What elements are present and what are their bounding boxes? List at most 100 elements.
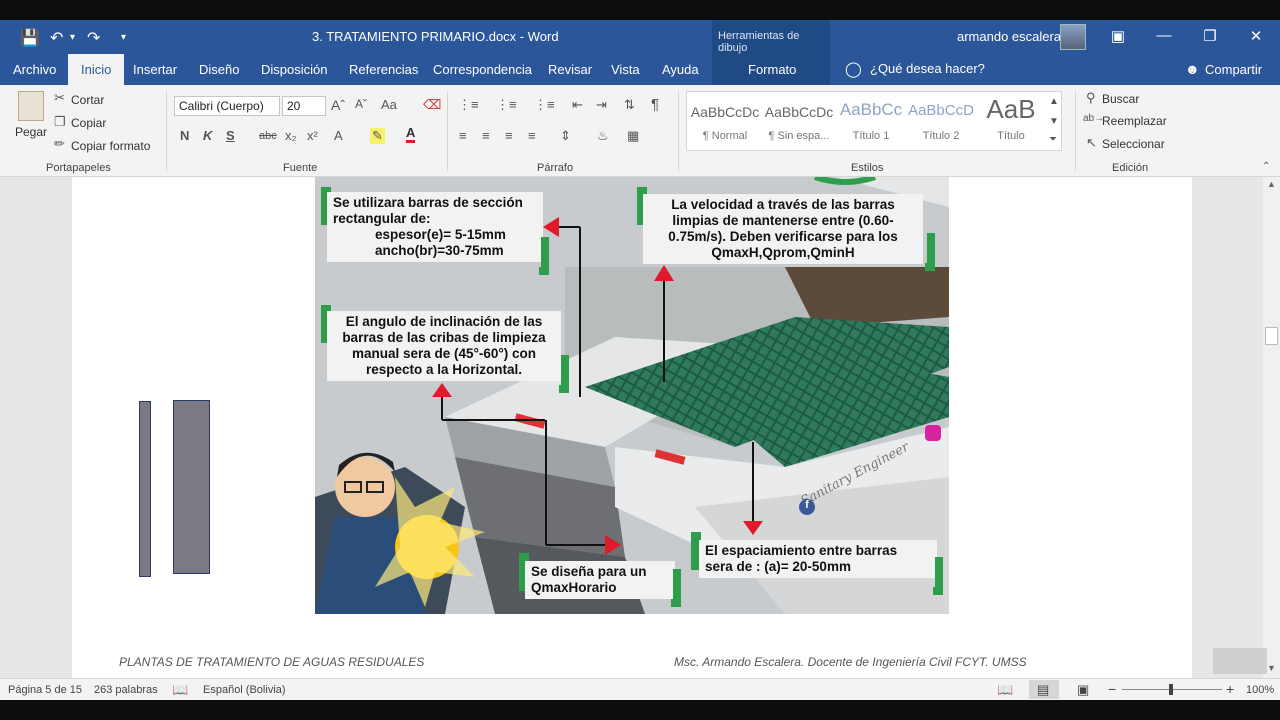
callout-velocity: La velocidad a través de las barras limp… — [643, 194, 923, 264]
restore-icon[interactable]: ❐ — [1198, 27, 1222, 45]
find-button[interactable]: Buscar — [1102, 92, 1139, 106]
web-layout-icon[interactable]: ▣ — [1077, 682, 1089, 698]
proofing-icon[interactable]: 📖 — [172, 682, 188, 698]
callout-line: El angulo de inclinación de las — [345, 314, 543, 329]
clear-format-icon[interactable]: ⌫ — [423, 97, 441, 113]
style-heading-2[interactable]: AaBbCcD Título 2 — [905, 92, 977, 150]
justify-icon[interactable]: ≡ — [528, 128, 536, 143]
shading-icon[interactable]: ♨ — [597, 128, 609, 144]
redo-icon[interactable]: ↷ — [87, 28, 100, 48]
show-formatting-icon[interactable]: ¶ — [651, 96, 659, 113]
scrollbar-thumb[interactable] — [1265, 327, 1278, 345]
style-title[interactable]: AaB Título — [975, 92, 1047, 150]
undo-icon[interactable]: ↶ — [50, 28, 63, 48]
style-heading-1[interactable]: AaBbCc Título 1 — [835, 92, 907, 150]
share-button[interactable]: Compartir — [1205, 62, 1262, 77]
minimize-icon[interactable]: — — [1152, 27, 1176, 44]
video-controls-overlay[interactable] — [1213, 648, 1267, 674]
style-no-spacing[interactable]: AaBbCcDc ¶ Sin espa... — [763, 92, 835, 150]
tab-diseno[interactable]: Diseño — [199, 62, 239, 77]
decrease-indent-icon[interactable]: ⇤ — [572, 97, 583, 113]
font-size-select[interactable]: 20 — [282, 96, 326, 116]
collapse-ribbon-icon[interactable]: ⌃ — [1262, 161, 1270, 172]
copy-icon: ❐ — [54, 114, 66, 129]
avatar[interactable] — [1060, 24, 1086, 50]
text-effects-icon[interactable]: A — [334, 128, 343, 143]
ribbon-display-options-icon[interactable]: ▣ — [1106, 27, 1130, 45]
styles-more-icon[interactable]: ⏷ — [1049, 134, 1057, 145]
format-painter-button[interactable]: Copiar formato — [71, 139, 150, 153]
callout-line: La velocidad a través de las barras — [671, 197, 895, 212]
zoom-out-icon[interactable]: − — [1108, 681, 1116, 697]
tell-me-input[interactable]: ¿Qué desea hacer? — [870, 61, 985, 76]
tab-formato[interactable]: Formato — [748, 62, 796, 77]
vertical-scrollbar[interactable]: ▲ ▼ — [1263, 177, 1280, 678]
page-count[interactable]: Página 5 de 15 — [8, 684, 82, 696]
scroll-down-icon[interactable]: ▼ — [1267, 663, 1276, 673]
tab-referencias[interactable]: Referencias — [349, 62, 418, 77]
tab-archivo[interactable]: Archivo — [13, 62, 56, 77]
copy-button[interactable]: Copiar — [71, 116, 106, 130]
tab-correspondencia[interactable]: Correspondencia — [433, 62, 532, 77]
shrink-font-icon[interactable]: Aˇ — [355, 97, 367, 111]
italic-button[interactable]: K — [203, 128, 212, 143]
tab-ayuda[interactable]: Ayuda — [662, 62, 699, 77]
line-spacing-icon[interactable]: ⇕ — [560, 128, 571, 144]
font-color-icon[interactable]: A — [406, 126, 416, 143]
user-name[interactable]: armando escalera — [957, 29, 1061, 44]
title-bar: 💾 ↶ ▾ ↷ ▾ 3. TRATAMIENTO PRIMARIO.docx -… — [0, 20, 1280, 54]
change-case-icon[interactable]: Aa — [381, 97, 397, 112]
bar-thickness-shape[interactable] — [139, 401, 151, 577]
cut-button[interactable]: Cortar — [71, 93, 104, 107]
top-letterbox — [0, 0, 1280, 20]
scroll-up-icon[interactable]: ▲ — [1267, 179, 1276, 189]
zoom-level[interactable]: 100% — [1246, 684, 1274, 696]
group-label-paragraph: Párrafo — [537, 162, 574, 174]
bold-button[interactable]: N — [180, 128, 189, 143]
read-mode-icon[interactable]: 📖 — [997, 682, 1013, 698]
tab-inicio[interactable]: Inicio — [68, 54, 125, 85]
align-right-icon[interactable]: ≡ — [505, 128, 513, 143]
style-normal[interactable]: AaBbCcDc ¶ Normal — [689, 92, 761, 150]
facebook-icon: f — [799, 499, 815, 515]
subscript-icon[interactable]: x₂ — [285, 128, 297, 143]
numbering-icon[interactable]: ⋮≡ — [496, 97, 517, 113]
bar-width-shape[interactable] — [173, 400, 210, 574]
tab-disposicion[interactable]: Disposición — [261, 62, 327, 77]
font-family-select[interactable]: Calibri (Cuerpo) — [174, 96, 280, 116]
align-left-icon[interactable]: ≡ — [459, 128, 467, 143]
grow-font-icon[interactable]: Aˆ — [331, 97, 345, 113]
style-name: Título 1 — [852, 130, 890, 142]
replace-button[interactable]: Reemplazar — [1102, 114, 1167, 128]
customize-toolbar-icon[interactable]: ▾ — [121, 32, 126, 43]
word-count[interactable]: 263 palabras — [94, 684, 158, 696]
increase-indent-icon[interactable]: ⇥ — [596, 97, 607, 113]
highlight-icon[interactable]: ✎ — [370, 128, 385, 144]
undo-dropdown-icon[interactable]: ▾ — [70, 32, 75, 43]
strikethrough-icon[interactable]: abc — [259, 130, 277, 142]
language[interactable]: Español (Bolivia) — [203, 684, 286, 696]
tab-vista[interactable]: Vista — [611, 62, 640, 77]
multilevel-list-icon[interactable]: ⋮≡ — [534, 97, 555, 113]
print-layout-icon[interactable]: ▤ — [1037, 682, 1049, 698]
bottom-letterbox — [0, 700, 1280, 720]
sort-icon[interactable]: ⇅ — [624, 97, 635, 113]
select-button[interactable]: Seleccionar — [1102, 137, 1165, 151]
zoom-in-icon[interactable]: + — [1226, 681, 1234, 697]
superscript-icon[interactable]: x² — [307, 128, 318, 143]
close-icon[interactable]: ✕ — [1244, 27, 1268, 45]
underline-button[interactable]: S — [226, 128, 235, 143]
save-icon[interactable]: 💾 — [20, 28, 40, 48]
bullets-icon[interactable]: ⋮≡ — [458, 97, 479, 113]
screen-diagram-image[interactable]: Se utilizara barras de sección rectangul… — [315, 177, 949, 614]
callout-line: QmaxHorario — [531, 580, 617, 595]
paste-icon[interactable] — [18, 91, 44, 121]
tab-insertar[interactable]: Insertar — [133, 62, 177, 77]
styles-scroll-up-icon[interactable]: ▲ — [1049, 96, 1059, 107]
styles-scroll-down-icon[interactable]: ▼ — [1049, 116, 1059, 127]
zoom-slider-thumb[interactable] — [1169, 684, 1173, 695]
tab-revisar[interactable]: Revisar — [548, 62, 592, 77]
borders-icon[interactable]: ▦ — [627, 128, 639, 144]
paste-button[interactable]: Pegar — [15, 125, 47, 139]
align-center-icon[interactable]: ≡ — [482, 128, 490, 143]
